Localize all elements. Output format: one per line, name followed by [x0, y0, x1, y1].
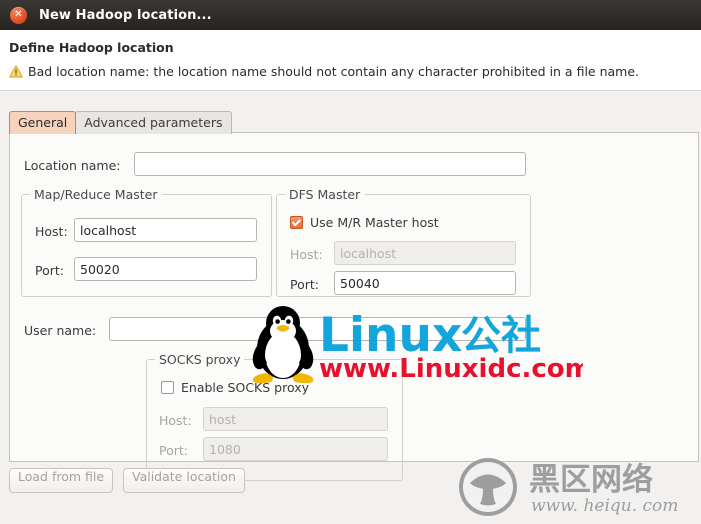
location-name-label: Location name:	[24, 158, 121, 173]
use-mr-master-host-row[interactable]: Use M/R Master host	[290, 215, 439, 230]
dialog-header: Define Hadoop location Bad location name…	[0, 30, 701, 91]
socks-proxy-group: SOCKS proxy Enable SOCKS proxy Host: Por…	[146, 352, 403, 481]
enable-socks-proxy-checkbox[interactable]	[161, 381, 174, 394]
user-name-input[interactable]	[109, 317, 526, 341]
heiqu-watermark: 黑区网络 www. heiqu. com	[457, 456, 693, 518]
dfs-host-input	[334, 241, 516, 265]
load-from-file-button[interactable]: Load from file	[9, 468, 114, 493]
socks-proxy-legend: SOCKS proxy	[155, 352, 245, 367]
tab-general[interactable]: General	[9, 111, 77, 134]
new-hadoop-location-dialog: ✕ New Hadoop location... Define Hadoop l…	[0, 0, 701, 524]
validate-location-button[interactable]: Validate location	[123, 468, 245, 493]
page-title: Define Hadoop location	[9, 40, 174, 55]
mushroom-circle-icon	[459, 458, 517, 516]
close-icon[interactable]: ✕	[10, 6, 27, 24]
tab-advanced-parameters[interactable]: Advanced parameters	[75, 111, 232, 134]
socks-port-label: Port:	[159, 443, 188, 458]
tab-strip: General Advanced parameters	[9, 110, 232, 134]
socks-port-input	[203, 437, 388, 461]
enable-socks-proxy-row[interactable]: Enable SOCKS proxy	[161, 380, 309, 395]
socks-host-label: Host:	[159, 413, 192, 428]
heiqu-url-text: www. heiqu. com	[531, 496, 678, 516]
validation-message: Bad location name: the location name sho…	[9, 64, 639, 79]
socks-host-input	[203, 407, 388, 431]
dfs-port-label: Port:	[290, 277, 319, 292]
heiqu-brand-cn-text: 黑区网络	[529, 462, 653, 498]
mapreduce-master-legend: Map/Reduce Master	[30, 187, 162, 202]
use-mr-master-host-checkbox[interactable]	[290, 216, 303, 229]
warning-triangle-icon	[9, 65, 23, 78]
mr-port-label: Port:	[35, 263, 64, 278]
user-name-label: User name:	[24, 323, 97, 338]
title-bar: ✕ New Hadoop location...	[0, 0, 701, 30]
mapreduce-master-group: Map/Reduce Master Host: Port:	[21, 187, 272, 297]
dfs-master-group: DFS Master Use M/R Master host Host: Por…	[276, 187, 531, 297]
heiqu-watermark-graphic: 黑区网络 www. heiqu. com	[459, 458, 678, 516]
general-tab-panel: Location name: Map/Reduce Master Host: P…	[9, 132, 699, 481]
dfs-port-input[interactable]	[334, 271, 516, 295]
validation-message-text: Bad location name: the location name sho…	[28, 64, 639, 79]
location-name-input[interactable]	[134, 152, 526, 176]
dfs-master-legend: DFS Master	[285, 187, 365, 202]
mr-host-input[interactable]	[74, 218, 257, 242]
mr-host-label: Host:	[35, 224, 68, 239]
use-mr-master-host-label: Use M/R Master host	[310, 215, 439, 230]
mr-port-input[interactable]	[74, 257, 257, 281]
window-title: New Hadoop location...	[39, 7, 212, 23]
dfs-host-label: Host:	[290, 247, 323, 262]
enable-socks-proxy-label: Enable SOCKS proxy	[181, 380, 310, 395]
